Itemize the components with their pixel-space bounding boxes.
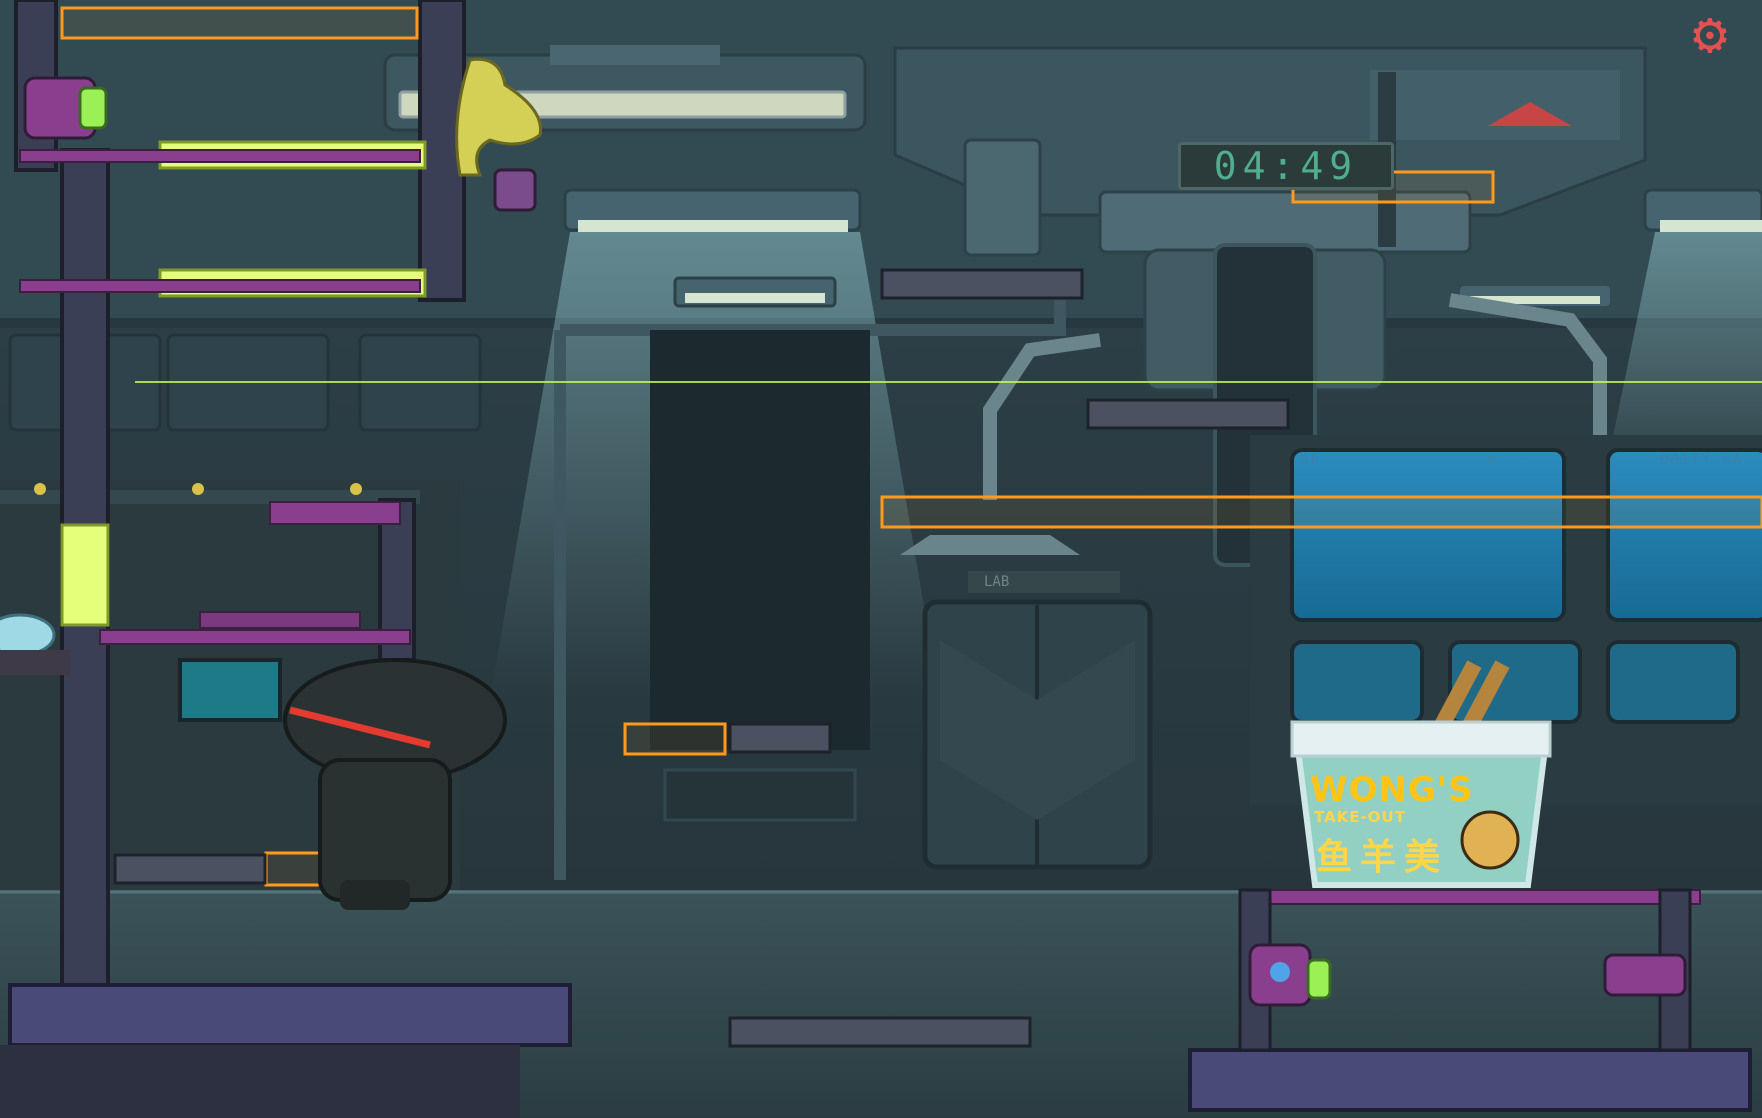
- gear-icon: ⚙: [1692, 0, 1728, 67]
- game-viewport[interactable]: LAB SE m URITY CA 04:49 WONG'S TAKE-OUT …: [0, 0, 1762, 1118]
- cup-brand: WONG'S: [1310, 770, 1474, 810]
- energy-bar: [60, 523, 110, 627]
- cup-chinese-text: 鱼羊美: [1316, 837, 1449, 878]
- game-scene: [0, 0, 1762, 1118]
- settings-button[interactable]: ⚙: [1674, 4, 1746, 62]
- cup-subtitle: TAKE-OUT: [1314, 808, 1406, 826]
- lab-sign: LAB: [968, 571, 1120, 593]
- monitor-text: SE: [1300, 452, 1321, 468]
- monitor-text: URITY CA: [1660, 452, 1744, 468]
- level-timer: 04:49: [1178, 142, 1394, 190]
- monitor-text: m: [1488, 452, 1499, 468]
- turret: [1603, 953, 1687, 997]
